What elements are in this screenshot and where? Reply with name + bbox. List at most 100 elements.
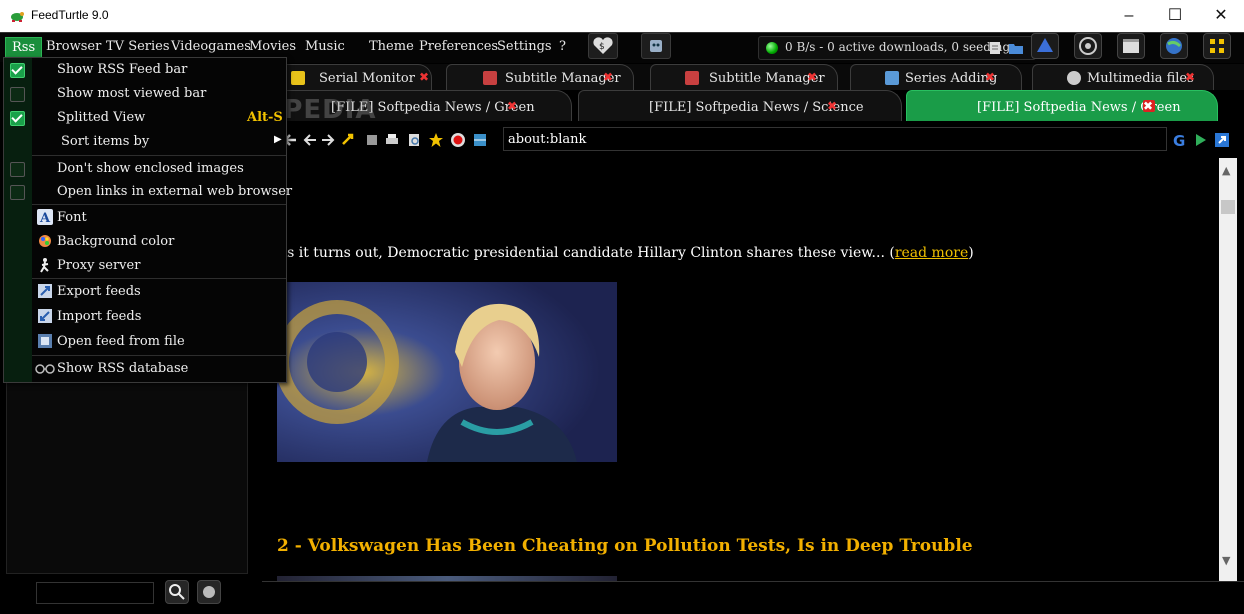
svg-text:A: A [39,211,51,225]
robot-button[interactable] [641,33,671,59]
menu-item-label: Open links in external web browser [57,184,293,199]
preview-icon[interactable] [406,132,422,148]
tab-close-icon[interactable]: ✖ [985,71,997,83]
maximize-button[interactable]: ☐ [1152,0,1198,31]
globe-tool-button[interactable] [1160,33,1188,59]
article-headline[interactable]: 2 - Volkswagen Has Been Cheating on Poll… [277,536,973,556]
nodes-tool-button[interactable] [1203,33,1231,59]
menu-item-open-feed-file[interactable]: Open feed from file [4,330,286,354]
scroll-down-icon[interactable]: ▼ [1222,554,1230,567]
external-link-icon[interactable] [1214,132,1230,148]
import-icon [38,309,52,323]
sidebar-search-input[interactable] [36,582,154,604]
checkbox-icon[interactable] [10,162,25,177]
tab-close-icon[interactable]: ✖ [827,100,839,112]
status-text: 0 B/s - 0 active downloads, 0 seeding [785,40,1011,54]
menu-separator [32,278,286,279]
tab-close-icon[interactable]: ✖ [1185,71,1197,83]
person-walking-icon [40,258,49,273]
stop-icon[interactable] [364,132,380,148]
scroll-up-icon[interactable]: ▲ [1222,164,1230,177]
tab-close-icon[interactable]: ✖ [603,71,615,83]
svg-text:$: $ [599,42,605,52]
turtle-icon [11,12,24,22]
film-icon [483,71,497,85]
menu-rss[interactable]: Rss [5,37,43,58]
menu-item-splitted-view[interactable]: Splitted View Alt-S [4,106,286,130]
menu-item-font[interactable]: A Font [4,206,286,230]
tab-close-icon[interactable]: ✖ [507,100,519,112]
feed-tabs-row: [FILE] Softpedia News / Green ✖ [FILE] S… [260,90,1244,122]
open-file-icon [38,334,52,348]
sidebar-search-button[interactable] [165,580,189,604]
clapper-tool-button[interactable] [1117,33,1145,59]
menu-help[interactable]: ? [559,39,566,54]
checkbox-icon[interactable] [10,87,25,102]
donate-button[interactable]: $ [588,33,618,59]
film-icon [685,71,699,85]
menu-item-dont-show-images[interactable]: Don't show enclosed images [4,157,286,181]
tab-close-icon[interactable]: ✖ [419,71,431,83]
document-icon[interactable] [988,41,1002,55]
tab-feed-green-active[interactable]: [FILE] Softpedia News / Green ✖ [906,90,1218,121]
menu-item-open-external[interactable]: Open links in external web browser [4,180,292,204]
menu-separator [32,355,286,356]
tab-close-icon[interactable]: ✖ [1143,100,1155,112]
google-search-icon[interactable]: G [1172,132,1188,148]
menu-item-show-db[interactable]: Show RSS database [4,357,286,381]
menu-theme[interactable]: Theme [369,39,414,54]
menu-music[interactable]: Music [305,39,345,54]
menu-preferences[interactable]: Preferences [419,39,498,54]
tab-subtitle-manager-1[interactable]: Subtitle Manager ✖ [446,64,634,91]
forward-icon[interactable] [320,132,336,148]
content-scrollbar[interactable]: ▲ ▼ [1219,158,1237,581]
menu-item-proxy-server[interactable]: Proxy server [4,254,286,278]
menu-item-background-color[interactable]: Background color [4,230,286,254]
tab-series-adding[interactable]: Series Adding ✖ [850,64,1022,91]
menu-tv-series[interactable]: TV Series [106,39,170,54]
bird-tool-button[interactable] [1031,33,1059,59]
tab-multimedia-files[interactable]: Multimedia files ✖ [1032,64,1214,91]
tab-feed-science[interactable]: [FILE] Softpedia News / Science ✖ [578,90,902,121]
refresh-icon[interactable] [340,132,356,148]
favorite-star-icon[interactable] [428,132,444,148]
scroll-thumb[interactable] [1221,200,1235,214]
tab-close-icon[interactable]: ✖ [807,71,819,83]
menu-item-show-most-viewed[interactable]: Show most viewed bar [4,82,286,106]
menu-videogames[interactable]: Videogames [171,39,251,54]
feed-list-panel[interactable] [6,382,248,574]
tab-subtitle-manager-2[interactable]: Subtitle Manager ✖ [650,64,838,91]
teaser-end: ) [968,245,974,261]
menu-item-label: Splitted View [57,110,146,125]
menu-item-show-feed-bar[interactable]: Show RSS Feed bar [4,58,286,82]
read-more-link[interactable]: read more [895,245,968,261]
speaker-tool-button[interactable] [1074,33,1102,59]
minimize-button[interactable]: – [1106,0,1152,31]
record-icon[interactable] [450,132,466,148]
menu-movies[interactable]: Movies [249,39,296,54]
lightning-icon [291,71,305,85]
article-teaser: As it turns out, Democratic presidential… [277,245,974,261]
network-icon [1210,39,1224,53]
print-icon[interactable] [384,132,400,148]
menu-browser[interactable]: Browser [46,39,101,54]
back-icon[interactable] [302,132,318,148]
checkbox-checked-icon[interactable] [10,111,25,126]
color-palette-icon [39,235,51,247]
menu-item-label: Font [57,210,87,225]
folder-icon[interactable] [1008,41,1024,55]
menu-item-export-feeds[interactable]: Export feeds [4,280,286,304]
menu-settings[interactable]: Settings [497,39,552,54]
go-arrow-icon[interactable] [1192,132,1208,148]
checkbox-icon[interactable] [10,185,25,200]
url-input[interactable]: about:blank [503,127,1167,151]
grid-icon[interactable] [472,132,488,148]
tab-label: Series Adding [905,71,998,86]
checkbox-checked-icon[interactable] [10,63,25,78]
menu-item-sort-items[interactable]: Sort items by ▶ [4,130,286,154]
tab-serial-monitor[interactable]: Serial Monitor ✖ [280,64,432,91]
export-icon [38,284,52,298]
close-button[interactable]: ✕ [1198,0,1244,31]
menu-item-import-feeds[interactable]: Import feeds [4,305,286,329]
sidebar-clear-button[interactable] [197,580,221,604]
